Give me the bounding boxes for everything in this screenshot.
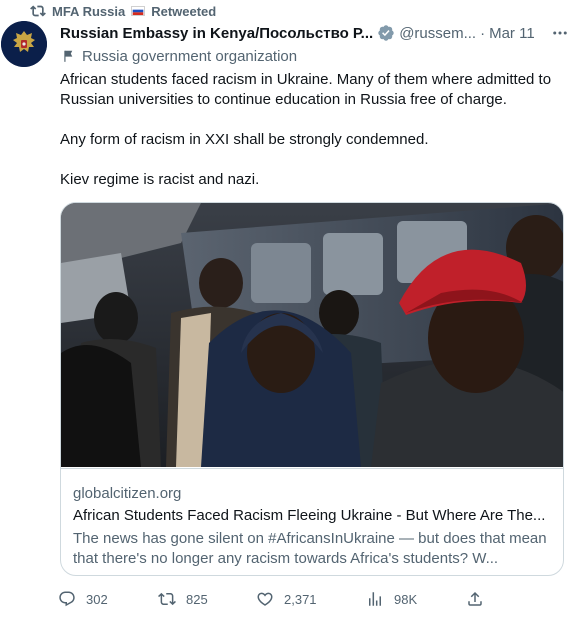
retweet-count: 825 xyxy=(186,591,208,607)
flag-icon xyxy=(64,50,73,62)
reply-button[interactable]: 302 xyxy=(58,590,108,608)
tweet-paragraph: Kiev regime is racist and nazi. xyxy=(60,171,260,188)
card-image[interactable] xyxy=(61,203,563,467)
views-icon xyxy=(369,592,381,606)
card-description[interactable]: The news has gone silent on #AfricansInU… xyxy=(73,529,555,569)
russia-flag-icon xyxy=(131,6,146,16)
views-button[interactable]: 98K xyxy=(366,590,417,608)
verified-badge-icon[interactable] xyxy=(377,24,395,42)
display-name[interactable]: Russian Embassy in Kenya/Посольство Р... xyxy=(60,25,373,42)
heart-icon xyxy=(257,592,273,606)
share-button[interactable] xyxy=(466,590,484,608)
avatar[interactable] xyxy=(1,21,47,67)
tweet-text: African students faced racism in Ukraine… xyxy=(60,70,570,190)
share-icon xyxy=(468,591,482,606)
separator-dot: · xyxy=(480,24,486,42)
tweet-paragraph: Any form of racism in XXI shall be stron… xyxy=(60,131,429,148)
view-count: 98K xyxy=(394,591,418,607)
like-button[interactable]: 2,371 xyxy=(256,590,317,608)
card-title[interactable]: African Students Faced Racism Fleeing Uk… xyxy=(73,507,553,524)
retweet-icon xyxy=(30,5,46,17)
link-card[interactable]: globalcitizen.org African Students Faced… xyxy=(60,202,564,576)
retweeter-name[interactable]: MFA Russia xyxy=(52,4,125,19)
like-count: 2,371 xyxy=(284,591,317,607)
retweet-button[interactable]: 825 xyxy=(158,590,208,608)
affiliation-text: Russia government organization xyxy=(82,47,298,65)
handle[interactable]: @russem... xyxy=(399,25,476,42)
affiliation-label: Russia government organization xyxy=(62,46,297,66)
tweet-paragraph: African students faced racism in Ukraine… xyxy=(60,71,552,108)
coat-of-arms-icon xyxy=(1,21,47,67)
retweet-icon xyxy=(158,592,176,606)
card-domain[interactable]: globalcitizen.org xyxy=(73,485,181,502)
more-icon[interactable] xyxy=(550,23,570,43)
reply-count: 302 xyxy=(86,591,108,607)
reply-icon xyxy=(59,591,75,607)
retweeted-label: Retweeted xyxy=(151,3,217,19)
tweet-date[interactable]: Mar 11 xyxy=(489,25,535,42)
retweet-context[interactable]: MFA Russia Retweeted xyxy=(30,3,216,19)
tweet-header: Russian Embassy in Kenya/Посольство Р...… xyxy=(60,22,570,44)
card-body[interactable]: globalcitizen.org African Students Faced… xyxy=(61,468,563,575)
action-bar: 302 825 2,371 98K xyxy=(58,588,488,610)
